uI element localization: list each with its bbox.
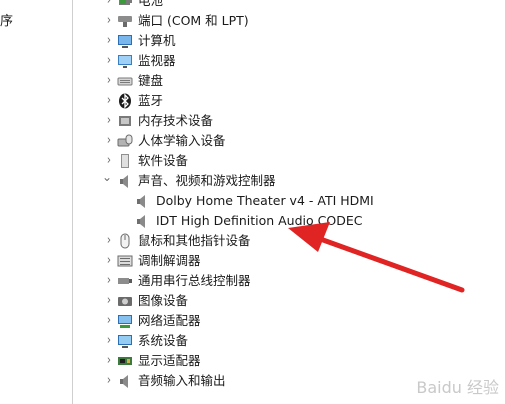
speaker-icon [117,173,133,189]
camera-icon [117,293,133,309]
speaker-icon [134,213,150,229]
device-category[interactable]: › 人体学输入设备 [96,131,496,151]
software-device-icon [117,153,133,169]
device-tree: › 电池 › 端口 (COM 和 LPT) › 计算机 › 监视器 › 键盘 › 蓝牙 › 内存技术设备 ›… [96,0,505,404]
device-category[interactable]: › 显示适配器 [96,351,496,371]
device-label: 监视器 [138,53,176,68]
chevron-right-icon[interactable]: › [103,251,114,271]
chevron-right-icon[interactable]: › [103,111,114,131]
chevron-right-icon[interactable]: › [103,231,114,251]
chevron-down-icon[interactable]: ⌄ [100,167,114,187]
device-category[interactable]: › 调制解调器 [96,251,496,271]
device-label: 显示适配器 [138,353,201,368]
chevron-right-icon[interactable]: › [103,371,114,391]
computer-icon [117,33,133,49]
device-label: Dolby Home Theater v4 - ATI HDMI [156,193,374,208]
chevron-right-icon[interactable]: › [103,311,114,331]
left-pane-text: 序 [0,14,14,29]
device-category[interactable]: › 图像设备 [96,291,496,311]
device-label: 图像设备 [138,293,189,308]
chevron-right-icon[interactable]: › [103,71,114,91]
device-label: 电池 [138,0,164,8]
device-label: 蓝牙 [138,93,164,108]
mouse-icon [117,233,133,249]
watermark: Baidu 经验 [416,378,499,397]
device-label: 网络适配器 [138,313,201,328]
keyboard-icon [117,73,133,89]
device-label: 内存技术设备 [138,113,214,128]
device-label: IDT High Definition Audio CODEC [156,213,363,228]
device-category[interactable]: › 软件设备 [96,151,496,171]
device-category[interactable]: › 蓝牙 [96,91,496,111]
device-label: 声音、视频和游戏控制器 [138,173,276,188]
device-label: 调制解调器 [138,253,201,268]
chevron-right-icon[interactable]: › [103,331,114,351]
device-item[interactable]: IDT High Definition Audio CODEC [96,211,496,231]
device-category[interactable]: › 网络适配器 [96,311,496,331]
chevron-right-icon[interactable]: › [103,91,114,111]
display-adapter-icon [117,353,133,369]
chevron-right-icon[interactable]: › [103,131,114,151]
bluetooth-icon [117,93,133,109]
system-icon [117,333,133,349]
device-label: 计算机 [138,33,176,48]
device-label: 软件设备 [138,153,189,168]
device-label: 通用串行总线控制器 [138,273,251,288]
device-label: 端口 (COM 和 LPT) [138,13,249,28]
device-label: 鼠标和其他指针设备 [138,233,251,248]
device-category[interactable]: › 通用串行总线控制器 [96,271,496,291]
memory-icon [117,113,133,129]
modem-icon [117,253,133,269]
device-category[interactable]: › 鼠标和其他指针设备 [96,231,496,251]
device-category[interactable]: › 内存技术设备 [96,111,496,131]
network-icon [117,313,133,329]
chevron-right-icon[interactable]: › [103,51,114,71]
chevron-right-icon[interactable]: › [103,271,114,291]
device-label: 人体学输入设备 [138,133,226,148]
monitor-icon [117,53,133,69]
device-category[interactable]: › 系统设备 [96,331,496,351]
speaker-icon [117,373,133,389]
chevron-right-icon[interactable]: › [103,31,114,51]
device-label: 音频输入和输出 [138,373,226,388]
device-label: 键盘 [138,73,164,88]
battery-icon [117,0,133,9]
device-item[interactable]: Dolby Home Theater v4 - ATI HDMI [96,191,496,211]
chevron-right-icon[interactable]: › [103,291,114,311]
device-category[interactable]: ⌄ 声音、视频和游戏控制器 [96,170,496,191]
device-category[interactable]: › 电池 [96,0,496,11]
device-category[interactable]: › 计算机 [96,31,496,51]
chevron-right-icon[interactable]: › [103,0,114,11]
device-category[interactable]: › 键盘 [96,71,496,91]
chevron-right-icon[interactable]: › [103,11,114,31]
left-pane: 序 [0,0,73,404]
device-category[interactable]: › 监视器 [96,51,496,71]
device-label: 系统设备 [138,333,189,348]
chevron-right-icon[interactable]: › [103,351,114,371]
hid-icon [117,133,133,149]
speaker-icon [134,193,150,209]
device-category[interactable]: › 端口 (COM 和 LPT) [96,11,496,31]
usb-icon [117,273,133,289]
port-icon [117,13,133,29]
